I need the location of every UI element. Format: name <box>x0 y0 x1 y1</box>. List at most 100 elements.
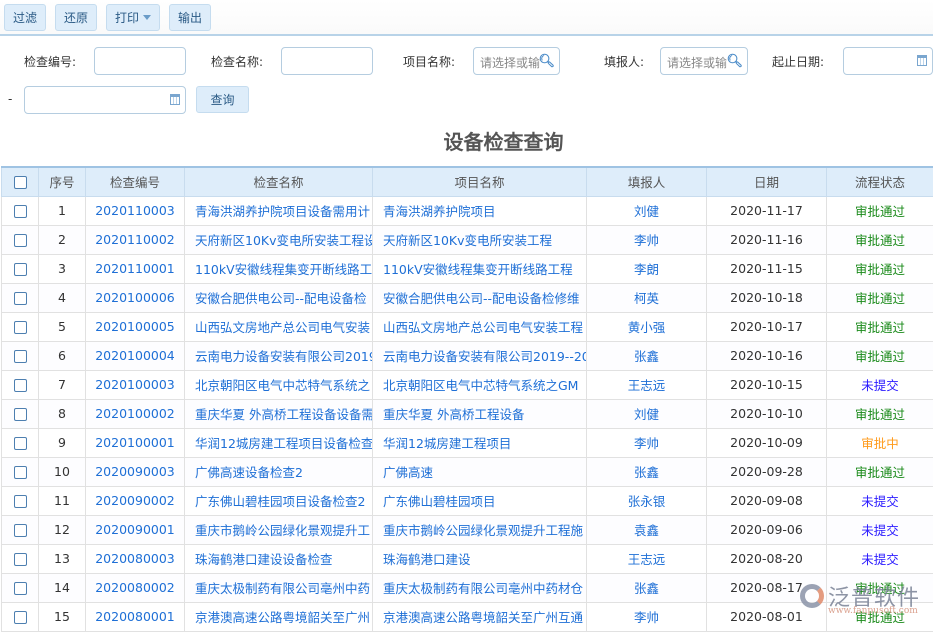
check-code-link[interactable]: 2020090003 <box>86 457 185 486</box>
check-code-link[interactable]: 2020090002 <box>86 486 185 515</box>
check-code-link[interactable]: 2020100002 <box>86 399 185 428</box>
row-select-cell[interactable] <box>2 254 39 283</box>
row-checkbox[interactable] <box>14 292 27 305</box>
project-name-link[interactable]: 重庆太极制药有限公司亳州中药材仓 <box>373 573 587 602</box>
export-button[interactable]: 输出 <box>169 4 211 31</box>
project-name-link[interactable]: 云南电力设备安装有限公司2019--20 <box>373 341 587 370</box>
search-icon[interactable]: 🔍︎ <box>726 54 743 69</box>
check-code-link[interactable]: 2020110002 <box>86 225 185 254</box>
table-row[interactable]: 6 2020100004 云南电力设备安装有限公司2019 云南电力设备安装有限… <box>2 341 933 370</box>
table-row[interactable]: 4 2020100006 安徽合肥供电公司--配电设备检 安徽合肥供电公司--配… <box>2 283 933 312</box>
col-header[interactable]: 序号 <box>39 167 86 196</box>
reset-button[interactable]: 还原 <box>55 4 97 31</box>
check-code-link[interactable]: 2020080001 <box>86 602 185 631</box>
row-checkbox[interactable] <box>14 466 27 479</box>
row-checkbox[interactable] <box>14 408 27 421</box>
table-row[interactable]: 3 2020110001 110kV安徽线程集变开断线路工 110kV安徽线程集… <box>2 254 933 283</box>
project-name-link[interactable]: 重庆华夏 外高桥工程设备 <box>373 399 587 428</box>
check-name-link[interactable]: 安徽合肥供电公司--配电设备检 <box>185 283 373 312</box>
check-code-link[interactable]: 2020110003 <box>86 196 185 225</box>
col-header[interactable]: 填报人 <box>587 167 707 196</box>
check-name-link[interactable]: 重庆市鹅岭公园绿化景观提升工 <box>185 515 373 544</box>
check-name-input[interactable] <box>281 47 373 75</box>
row-checkbox[interactable] <box>14 321 27 334</box>
row-select-cell[interactable] <box>2 370 39 399</box>
print-button[interactable]: 打印 <box>106 4 160 31</box>
table-row[interactable]: 8 2020100002 重庆华夏 外高桥工程设备设备需 重庆华夏 外高桥工程设… <box>2 399 933 428</box>
row-checkbox[interactable] <box>14 553 27 566</box>
row-select-cell[interactable] <box>2 573 39 602</box>
col-header[interactable]: 流程状态 <box>827 167 933 196</box>
table-row[interactable]: 10 2020090003 广佛高速设备检查2 广佛高速 张鑫 2020-09-… <box>2 457 933 486</box>
select-all-cell[interactable] <box>2 167 39 196</box>
check-name-link[interactable]: 广东佛山碧桂园项目设备检查2 <box>185 486 373 515</box>
project-name-link[interactable]: 天府新区10Kv变电所安装工程 <box>373 225 587 254</box>
project-name-link[interactable]: 110kV安徽线程集变开断线路工程 <box>373 254 587 283</box>
check-name-link[interactable]: 云南电力设备安装有限公司2019 <box>185 341 373 370</box>
table-row[interactable]: 12 2020090001 重庆市鹅岭公园绿化景观提升工 重庆市鹅岭公园绿化景观… <box>2 515 933 544</box>
col-header[interactable]: 日期 <box>707 167 827 196</box>
project-name-link[interactable]: 京港澳高速公路粤境韶关至广州互通 <box>373 602 587 631</box>
check-code-link[interactable]: 2020100005 <box>86 312 185 341</box>
row-checkbox[interactable] <box>14 582 27 595</box>
row-checkbox[interactable] <box>14 437 27 450</box>
check-name-link[interactable]: 山西弘文房地产总公司电气安装 <box>185 312 373 341</box>
select-all-checkbox[interactable] <box>14 176 27 189</box>
row-select-cell[interactable] <box>2 544 39 573</box>
check-code-link[interactable]: 2020100003 <box>86 370 185 399</box>
project-name-link[interactable]: 安徽合肥供电公司--配电设备检修维 <box>373 283 587 312</box>
filter-button[interactable]: 过滤 <box>4 4 46 31</box>
start-date-input[interactable] <box>843 47 933 75</box>
project-name-link[interactable]: 广东佛山碧桂园项目 <box>373 486 587 515</box>
table-row[interactable]: 14 2020080002 重庆太极制药有限公司亳州中药 重庆太极制药有限公司亳… <box>2 573 933 602</box>
query-button[interactable]: 查询 <box>196 86 249 113</box>
row-select-cell[interactable] <box>2 399 39 428</box>
check-code-link[interactable]: 2020110001 <box>86 254 185 283</box>
row-select-cell[interactable] <box>2 225 39 254</box>
table-row[interactable]: 2 2020110002 天府新区10Kv变电所安装工程设 天府新区10Kv变电… <box>2 225 933 254</box>
check-code-link[interactable]: 2020080003 <box>86 544 185 573</box>
project-name-link[interactable]: 广佛高速 <box>373 457 587 486</box>
check-name-link[interactable]: 110kV安徽线程集变开断线路工 <box>185 254 373 283</box>
row-checkbox[interactable] <box>14 350 27 363</box>
check-code-link[interactable]: 2020080002 <box>86 573 185 602</box>
row-select-cell[interactable] <box>2 486 39 515</box>
project-name-link[interactable]: 华润12城房建工程项目 <box>373 428 587 457</box>
row-select-cell[interactable] <box>2 428 39 457</box>
check-no-input[interactable] <box>94 47 186 75</box>
row-select-cell[interactable] <box>2 341 39 370</box>
project-name-link[interactable]: 青海洪湖养护院项目 <box>373 196 587 225</box>
check-code-link[interactable]: 2020090001 <box>86 515 185 544</box>
row-checkbox[interactable] <box>14 205 27 218</box>
row-select-cell[interactable] <box>2 312 39 341</box>
row-checkbox[interactable] <box>14 495 27 508</box>
calendar-icon[interactable] <box>917 55 927 66</box>
row-select-cell[interactable] <box>2 283 39 312</box>
check-code-link[interactable]: 2020100001 <box>86 428 185 457</box>
project-name-link[interactable]: 山西弘文房地产总公司电气安装工程 <box>373 312 587 341</box>
end-date-input[interactable] <box>24 86 186 114</box>
row-checkbox[interactable] <box>14 263 27 276</box>
check-name-link[interactable]: 重庆太极制药有限公司亳州中药 <box>185 573 373 602</box>
col-header[interactable]: 检查名称 <box>185 167 373 196</box>
reporter-input[interactable]: 请选择或输🔍︎ <box>660 47 748 75</box>
project-name-link[interactable]: 重庆市鹅岭公园绿化景观提升工程施 <box>373 515 587 544</box>
row-checkbox[interactable] <box>14 524 27 537</box>
project-name-link[interactable]: 珠海鹤港口建设 <box>373 544 587 573</box>
col-header[interactable]: 项目名称 <box>373 167 587 196</box>
row-select-cell[interactable] <box>2 457 39 486</box>
table-row[interactable]: 11 2020090002 广东佛山碧桂园项目设备检查2 广东佛山碧桂园项目 张… <box>2 486 933 515</box>
project-input[interactable]: 请选择或输🔍︎ <box>473 47 560 75</box>
row-select-cell[interactable] <box>2 196 39 225</box>
search-icon[interactable]: 🔍︎ <box>538 54 555 69</box>
check-name-link[interactable]: 天府新区10Kv变电所安装工程设 <box>185 225 373 254</box>
check-name-link[interactable]: 珠海鹤港口建设设备检查 <box>185 544 373 573</box>
check-code-link[interactable]: 2020100006 <box>86 283 185 312</box>
table-row[interactable]: 15 2020080001 京港澳高速公路粤境韶关至广州 京港澳高速公路粤境韶关… <box>2 602 933 631</box>
table-row[interactable]: 5 2020100005 山西弘文房地产总公司电气安装 山西弘文房地产总公司电气… <box>2 312 933 341</box>
check-name-link[interactable]: 京港澳高速公路粤境韶关至广州 <box>185 602 373 631</box>
check-name-link[interactable]: 华润12城房建工程项目设备检查 <box>185 428 373 457</box>
row-checkbox[interactable] <box>14 611 27 624</box>
project-name-link[interactable]: 北京朝阳区电气中芯特气系统之GM <box>373 370 587 399</box>
row-checkbox[interactable] <box>14 379 27 392</box>
